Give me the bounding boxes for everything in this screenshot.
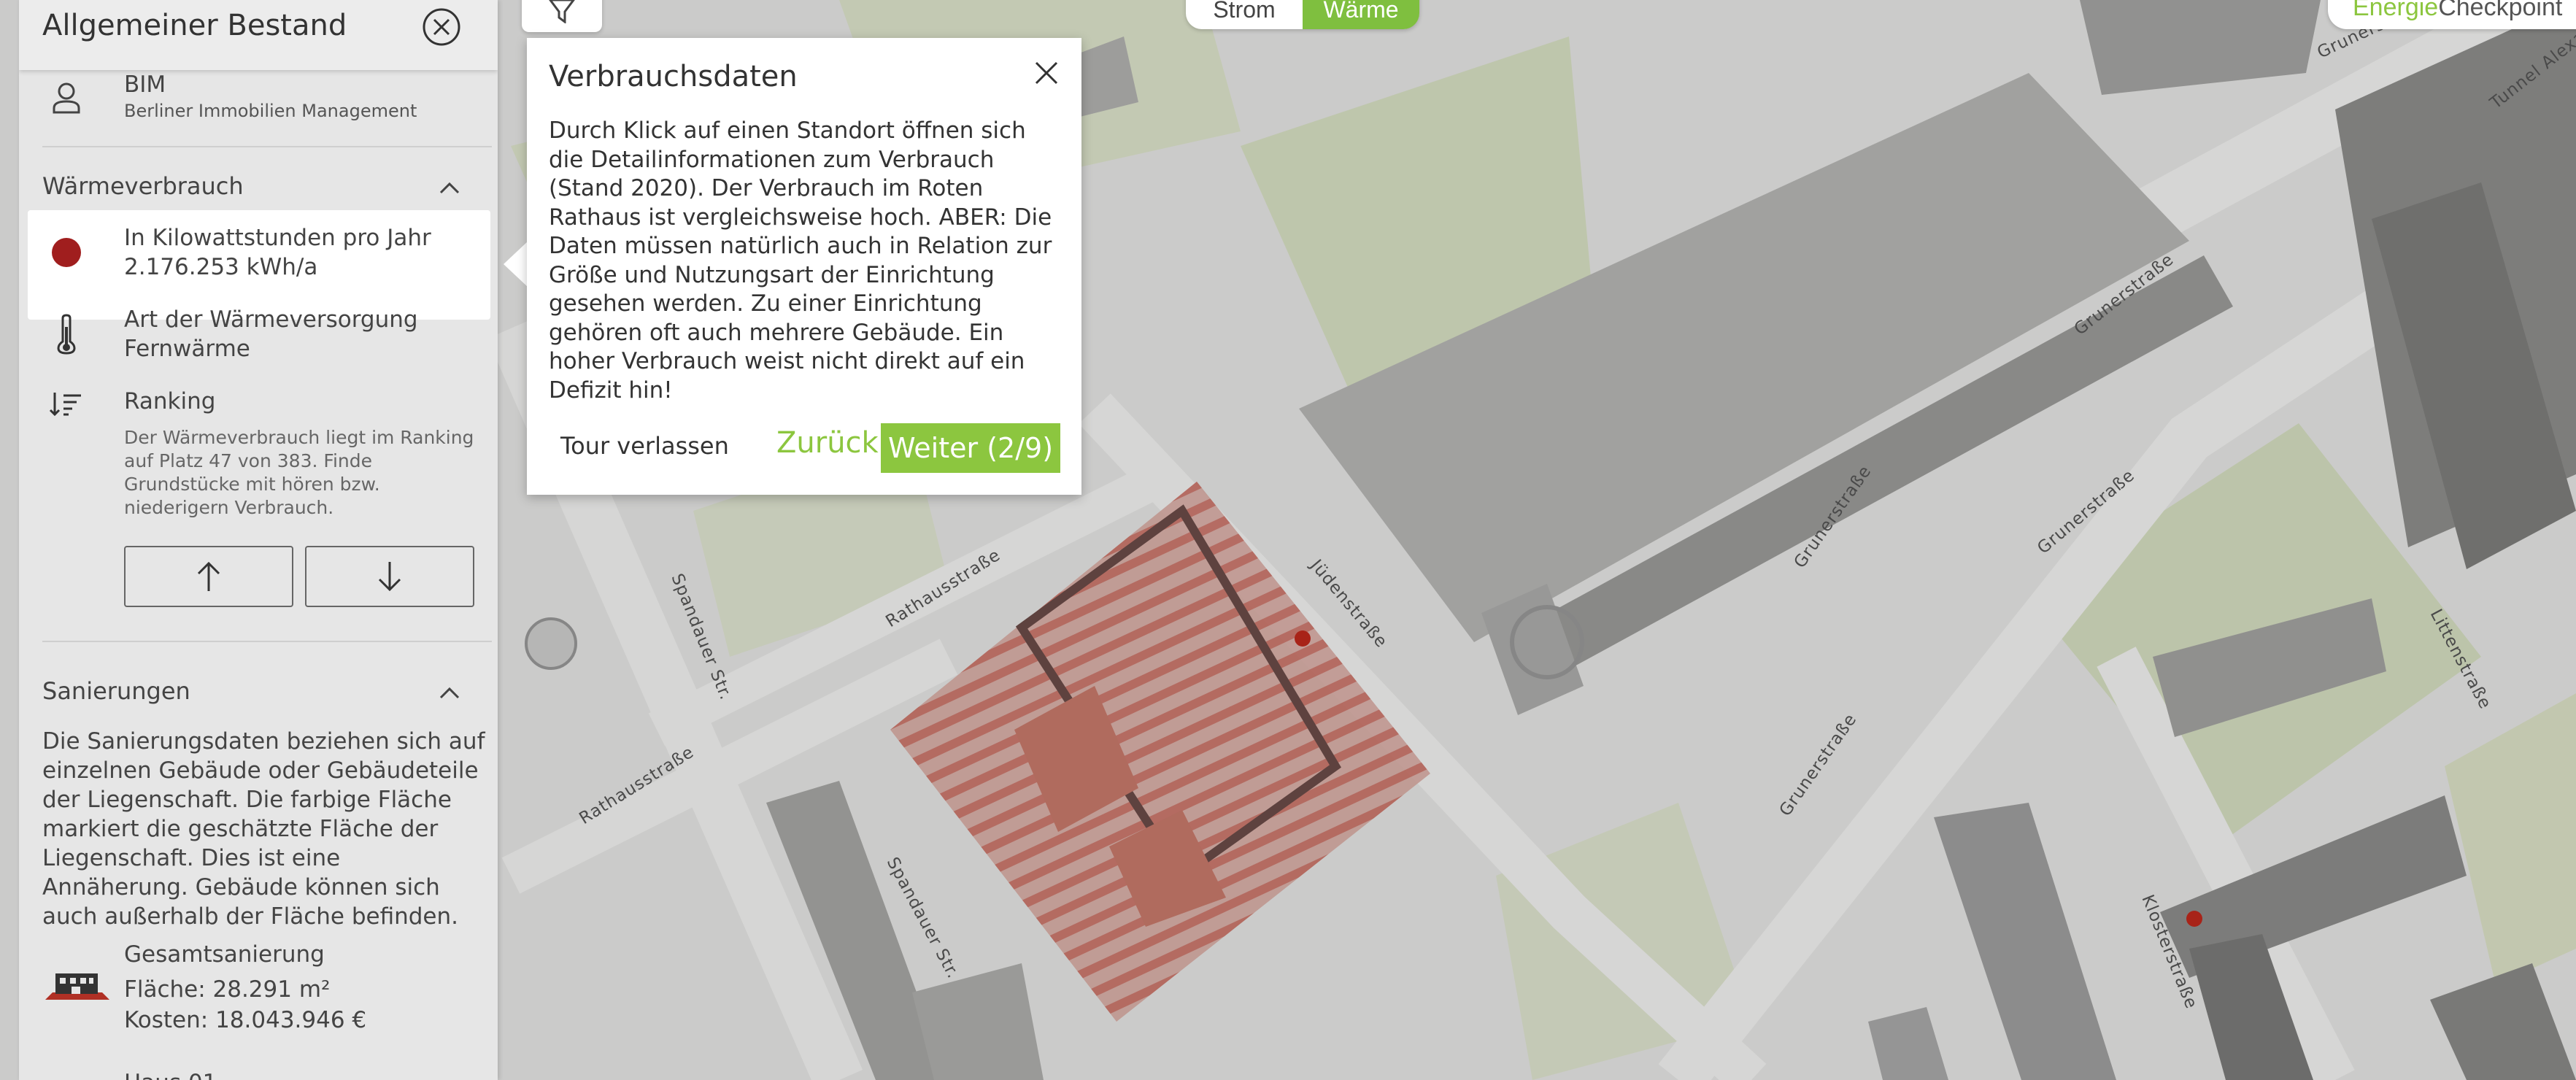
renovation-description: Die Sanierungsdaten beziehen sich auf ei… (42, 728, 485, 930)
arrow-down-icon (378, 562, 401, 592)
back-button[interactable]: Zurück (776, 426, 879, 460)
chevron-up-icon[interactable] (435, 177, 464, 198)
renovation-item-cost: Kosten: 18.043.946 € (124, 1007, 367, 1033)
ranking-down-button[interactable] (305, 546, 474, 607)
filter-button[interactable] (522, 0, 602, 32)
renovation-next-item[interactable]: Haus 01 (124, 1070, 217, 1080)
sidebar-header: Allgemeiner Bestand (19, 0, 498, 70)
brand-part-2: Checkpoint (2438, 0, 2563, 21)
brand-logo[interactable]: Energie Checkpoint (2328, 0, 2576, 29)
toggle-waerme[interactable]: Wärme (1303, 0, 1419, 29)
toggle-strom[interactable]: Strom (1186, 0, 1303, 29)
heat-supply-row: Art der Wärmeversorgung Fernwärme (19, 305, 498, 371)
close-circle-icon[interactable] (422, 7, 461, 47)
owner-full-name: Berliner Immobilien Management (124, 101, 417, 121)
heat-supply-label: Art der Wärmeversorgung (124, 306, 418, 333)
consumption-label: In Kilowattstunden pro Jahr (124, 225, 431, 251)
heat-supply-value: Fernwärme (124, 336, 250, 362)
consumption-dot-icon (41, 231, 92, 274)
renovation-section-title[interactable]: Sanierungen (42, 677, 190, 705)
brand-part-1: Energie (2353, 0, 2439, 21)
close-icon[interactable] (1030, 57, 1063, 89)
ranking-row: Ranking Der Wärmeverbrauch liegt im Rank… (19, 387, 498, 533)
renovation-item-area: Fläche: 28.291 m² (124, 976, 331, 1003)
divider (42, 641, 492, 642)
consumption-value: 2.176.253 kWh/a (124, 254, 318, 280)
consumption-row: In Kilowattstunden pro Jahr 2.176.253 kW… (19, 219, 498, 306)
chevron-up-icon[interactable] (435, 682, 464, 703)
popup-title: Verbrauchsdaten (549, 60, 798, 93)
sort-icon (41, 382, 92, 426)
ranking-up-button[interactable] (124, 546, 293, 607)
renovation-item[interactable]: Gesamtsanierung Fläche: 28.291 m² Kosten… (19, 937, 498, 1054)
filter-icon (549, 0, 575, 23)
ranking-label: Ranking (124, 388, 216, 414)
energy-type-toggle[interactable]: Strom Wärme (1186, 0, 1419, 29)
heat-section-title[interactable]: Wärmeverbrauch (42, 172, 244, 200)
leave-tour-button[interactable]: Tour verlassen (560, 432, 729, 460)
popup-body: Durch Klick auf einen Standort öffnen si… (549, 117, 1052, 404)
renovation-item-title: Gesamtsanierung (124, 941, 325, 968)
owner-row: BIM Berliner Immobilien Management (19, 70, 498, 143)
building-renovation-icon (41, 963, 114, 1007)
person-icon (41, 76, 92, 120)
owner-name: BIM (124, 72, 166, 98)
arrow-up-icon (197, 561, 220, 591)
sidebar-title: Allgemeiner Bestand (42, 9, 347, 42)
ranking-text: Der Wärmeverbrauch liegt im Ranking auf … (124, 427, 474, 518)
thermometer-icon (41, 312, 92, 356)
popup-pointer (504, 241, 528, 288)
detail-sidebar: Allgemeiner Bestand BIM Berliner Immobil… (19, 0, 498, 1080)
tour-popup: Verbrauchsdaten Durch Klick auf einen St… (527, 38, 1081, 495)
divider (42, 146, 492, 147)
next-button[interactable]: Weiter (2/9) (881, 423, 1060, 473)
